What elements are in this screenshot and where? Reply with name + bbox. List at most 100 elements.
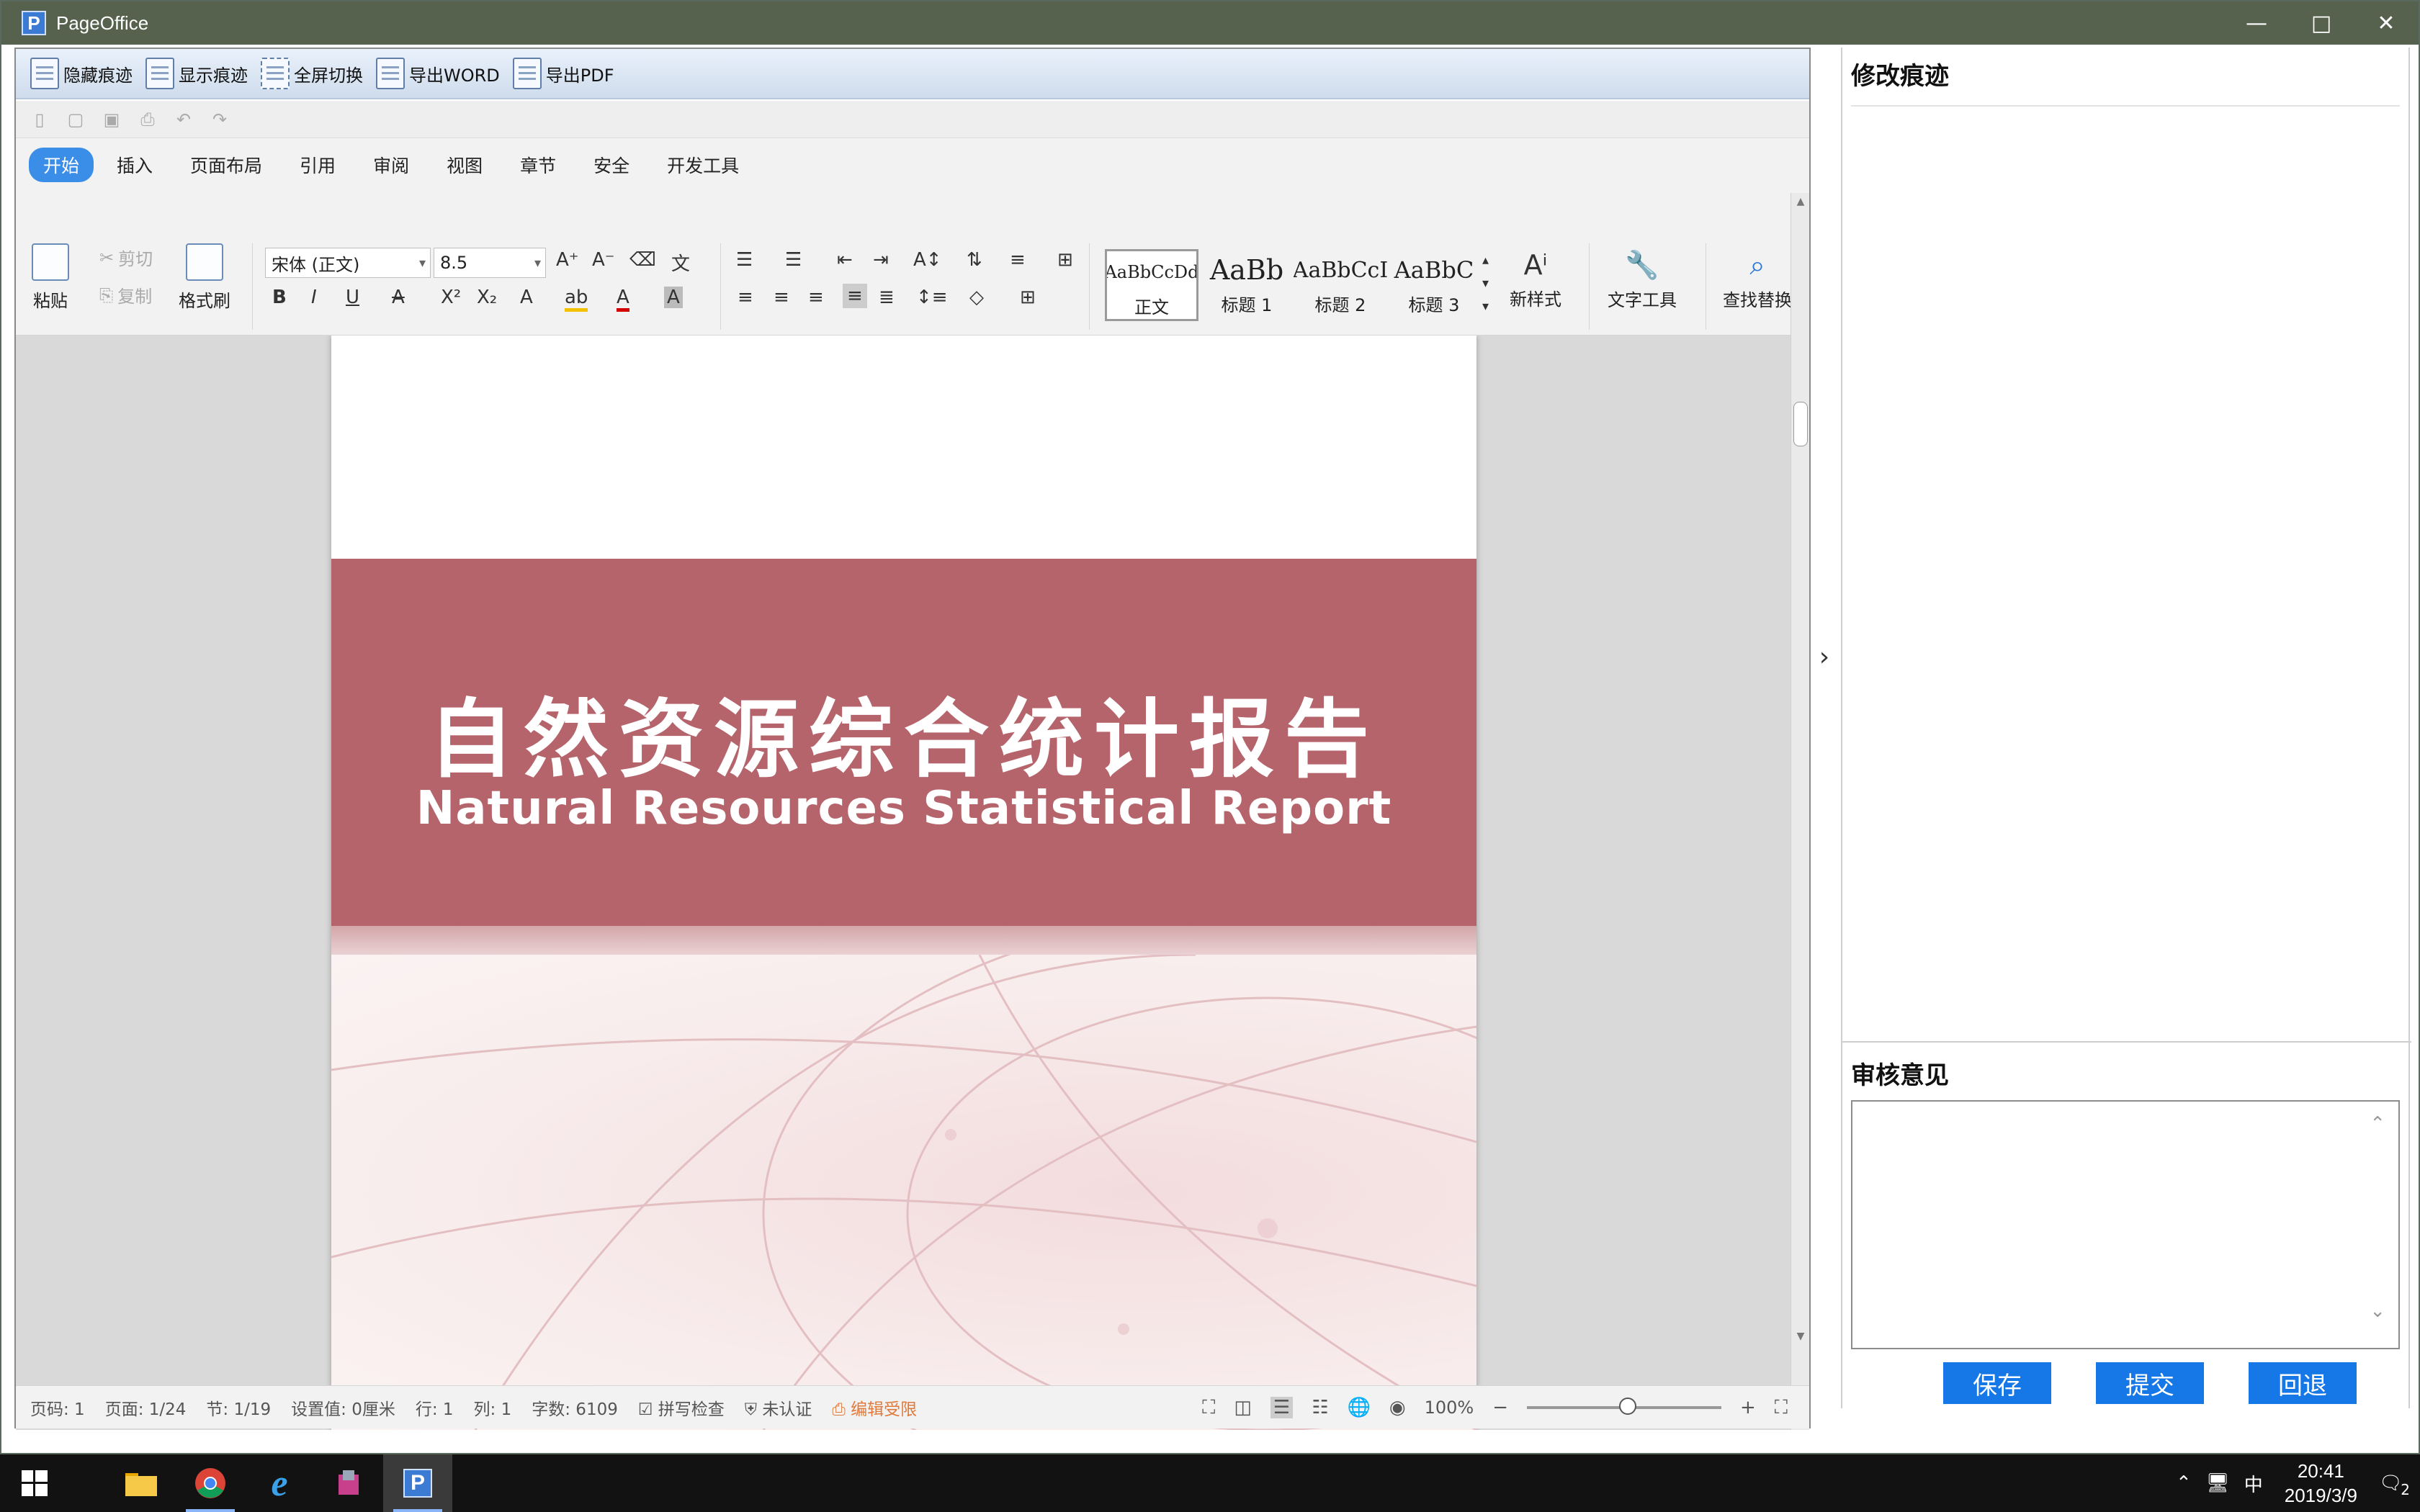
style-heading-3[interactable]: AaBbC 标题 3 (1387, 249, 1481, 321)
ime-indicator[interactable]: 中 (2244, 1470, 2263, 1497)
close-button[interactable]: ✕ (2354, 1, 2419, 45)
superscript-icon[interactable]: X² (441, 287, 461, 308)
highlight-icon[interactable]: ab (565, 287, 588, 312)
sort-icon[interactable]: ⇅ (967, 249, 982, 271)
save-button[interactable]: 保存 (1943, 1362, 2051, 1404)
distributed-icon[interactable]: ≣ (879, 287, 895, 308)
undo-icon[interactable]: ↶ (174, 109, 193, 130)
text-tools-button[interactable]: 🔧 文字工具 (1608, 249, 1677, 311)
edit-restricted-button[interactable]: ⎙ 编辑受限 (832, 1395, 917, 1420)
tab-review[interactable]: 审阅 (359, 148, 424, 182)
numbering-icon[interactable]: ☰ (785, 249, 802, 271)
tab-references[interactable]: 引用 (285, 148, 350, 182)
tab-sections[interactable]: 章节 (506, 148, 570, 182)
tab-insert[interactable]: 插入 (102, 148, 167, 182)
font-color-icon[interactable]: A (617, 287, 629, 312)
notification-center-icon[interactable]: 🗨 2 (2379, 1472, 2410, 1498)
format-painter-button[interactable]: 格式刷 (179, 243, 230, 312)
outline-view-icon[interactable]: ☷ (1312, 1397, 1328, 1418)
zoom-in-icon[interactable]: + (1740, 1397, 1756, 1418)
paste-button[interactable]: 粘贴 (32, 243, 69, 312)
export-word-button[interactable]: 导出WORD (376, 53, 500, 94)
status-word-count[interactable]: 字数: 6109 (532, 1395, 618, 1420)
underline-icon[interactable]: U (346, 287, 359, 308)
fit-page-icon[interactable]: ⛶ (1775, 1397, 1788, 1419)
text-effect-icon[interactable]: A (520, 287, 533, 308)
taskbar-ie[interactable]: e (245, 1454, 314, 1512)
chevron-right-icon[interactable]: › (1814, 642, 1835, 672)
paragraph-spacing-icon[interactable]: ↕≡ (916, 287, 948, 308)
subscript-icon[interactable]: X₂ (477, 287, 497, 308)
font-name-select[interactable]: 宋体 (正文) (265, 248, 431, 278)
justify-icon[interactable]: ≡ (843, 284, 867, 308)
scrollbar-thumb[interactable] (1793, 402, 1808, 446)
phonetic-icon[interactable]: 文 (671, 249, 690, 276)
styles-scroll-icon[interactable]: ▴ ▾ ▾ (1482, 249, 1489, 318)
eye-protection-icon[interactable]: ◉ (1389, 1397, 1406, 1418)
clock[interactable]: 20:41 2019/3/9 (2285, 1459, 2357, 1508)
align-center-icon[interactable]: ≡ (774, 287, 789, 308)
strikethrough-icon[interactable]: A (392, 287, 405, 308)
taskbar-app[interactable] (314, 1454, 383, 1512)
network-icon[interactable]: 🖥 (2206, 1472, 2230, 1494)
rollback-button[interactable]: 回退 (2249, 1362, 2357, 1404)
find-replace-button[interactable]: ⌕ 查找替换 (1723, 249, 1792, 311)
new-file-icon[interactable]: ▯ (30, 109, 49, 130)
italic-icon[interactable]: I (311, 287, 317, 308)
shading-icon[interactable]: ◇ (969, 287, 984, 308)
scroll-down-icon[interactable]: ▼ (1791, 1331, 1810, 1342)
new-style-button[interactable]: Aⁱ 新样式 (1510, 249, 1561, 310)
bullets-icon[interactable]: ☰ (736, 249, 753, 271)
show-revisions-button[interactable]: 显示痕迹 (145, 53, 248, 94)
grow-font-icon[interactable]: A⁺ (556, 249, 579, 271)
tab-developer[interactable]: 开发工具 (653, 148, 753, 182)
redo-icon[interactable]: ↷ (210, 109, 229, 130)
decrease-indent-icon[interactable]: ⇤ (837, 249, 853, 271)
shrink-font-icon[interactable]: A⁻ (592, 249, 615, 271)
textarea-scroll-up-icon[interactable]: ⌃ (2370, 1113, 2385, 1135)
increase-indent-icon[interactable]: ⇥ (873, 249, 889, 271)
char-shading-icon[interactable]: A (664, 287, 683, 308)
align-left-icon[interactable]: ≡ (738, 287, 753, 308)
fullscreen-toggle-button[interactable]: 全屏切换 (261, 53, 363, 94)
eraser-icon[interactable]: ⌫ (629, 249, 656, 271)
style-normal[interactable]: AaBbCcDd 正文 (1105, 249, 1198, 321)
zoom-out-icon[interactable]: − (1492, 1397, 1508, 1418)
table-grid-icon[interactable]: ⊞ (1057, 249, 1073, 271)
spell-check-button[interactable]: ☑ 拼写检查 (638, 1395, 725, 1420)
document-canvas[interactable]: 自然资源综合统计报告 Natural Resources Statistical… (16, 336, 1809, 1430)
tray-chevron-up-icon[interactable]: ⌃ (2176, 1472, 2192, 1494)
maximize-button[interactable]: □ (2289, 1, 2354, 45)
open-folder-icon[interactable]: ▢ (66, 109, 85, 130)
hide-revisions-button[interactable]: 隐藏痕迹 (30, 53, 133, 94)
page-view-icon[interactable]: ☰ (1270, 1397, 1294, 1418)
web-view-icon[interactable]: 🌐 (1348, 1397, 1371, 1418)
font-size-select[interactable]: 8.5 (434, 248, 546, 278)
align-right-icon[interactable]: ≡ (808, 287, 824, 308)
textarea-scroll-down-icon[interactable]: ⌄ (2370, 1300, 2385, 1322)
line-spacing-icon[interactable]: ≡ (1010, 249, 1026, 271)
vertical-scrollbar[interactable]: ▲ ▼ (1791, 193, 1809, 1430)
document-page[interactable]: 自然资源综合统计报告 Natural Resources Statistical… (331, 336, 1476, 1430)
review-opinion-input[interactable] (1851, 1100, 2400, 1349)
reading-view-icon[interactable]: ◫ (1234, 1397, 1252, 1418)
tab-home[interactable]: 开始 (29, 148, 94, 182)
export-pdf-button[interactable]: 导出PDF (512, 53, 614, 94)
fullscreen-view-icon[interactable]: ⛶ (1202, 1397, 1215, 1419)
save-icon[interactable]: ▣ (102, 109, 121, 130)
scroll-up-icon[interactable]: ▲ (1791, 196, 1810, 207)
bold-icon[interactable]: B (272, 287, 287, 308)
minimize-button[interactable]: — (2224, 1, 2289, 45)
zoom-slider-knob[interactable] (1619, 1398, 1636, 1415)
tab-page-layout[interactable]: 页面布局 (176, 148, 277, 182)
taskbar-chrome[interactable] (176, 1454, 245, 1512)
print-icon[interactable]: ⎙ (138, 109, 157, 130)
style-heading-1[interactable]: AaBb 标题 1 (1200, 249, 1294, 321)
change-case-icon[interactable]: A↕ (913, 249, 942, 271)
cut-button[interactable]: ✂ 剪切 (99, 245, 153, 270)
style-heading-2[interactable]: AaBbCcI 标题 2 (1294, 249, 1387, 321)
taskbar-pageoffice[interactable]: P (383, 1454, 452, 1512)
zoom-slider[interactable] (1527, 1398, 1721, 1415)
tab-security[interactable]: 安全 (579, 148, 644, 182)
tab-view[interactable]: 视图 (432, 148, 497, 182)
